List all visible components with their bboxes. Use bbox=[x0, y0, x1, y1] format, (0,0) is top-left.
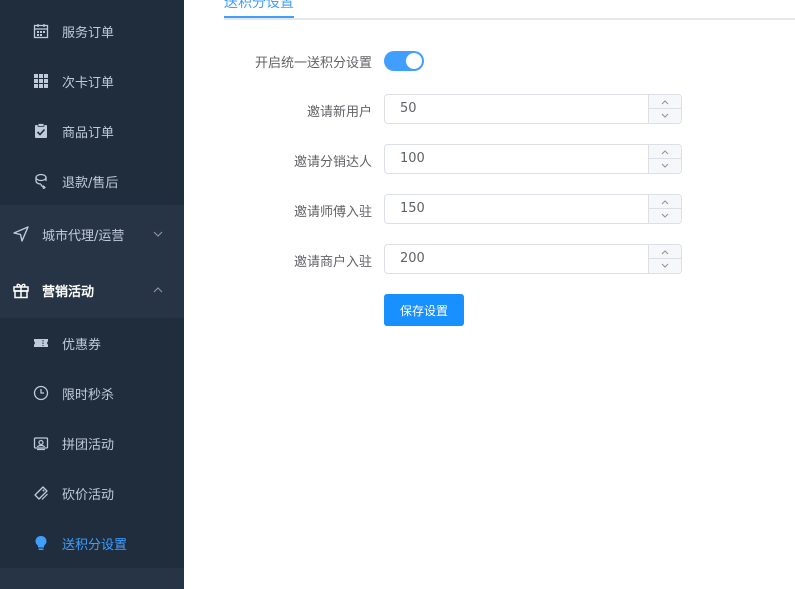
unified-points-switch[interactable] bbox=[384, 51, 424, 71]
sidebar-item-card-orders[interactable]: 次卡订单 bbox=[0, 56, 184, 106]
input-value[interactable]: 200 bbox=[400, 245, 425, 273]
sidebar-item-flash-sale[interactable]: 限时秒杀 bbox=[0, 368, 184, 418]
field-label-new-user: 邀请新用户 bbox=[306, 105, 372, 120]
master-points-input[interactable]: 150 bbox=[384, 194, 682, 224]
increase-button[interactable] bbox=[649, 95, 681, 109]
navigation-icon bbox=[12, 225, 30, 243]
ticket-icon bbox=[32, 334, 50, 352]
sidebar-item-label: 优惠券 bbox=[62, 337, 102, 353]
field-label-merchant: 邀请商户入驻 bbox=[293, 255, 372, 270]
switch-label: 开启统一送积分设置 bbox=[254, 56, 372, 71]
chevron-down-icon bbox=[661, 113, 669, 118]
sidebar-item-product-orders[interactable]: 商品订单 bbox=[0, 106, 184, 156]
sidebar-item-bargain[interactable]: 砍价活动 bbox=[0, 468, 184, 518]
chevron-up-icon bbox=[661, 199, 669, 204]
sidebar-item-label: 拼团活动 bbox=[62, 437, 115, 453]
sidebar-item-label: 退款/售后 bbox=[62, 175, 119, 191]
sidebar-item-label: 砍价活动 bbox=[62, 487, 115, 503]
sidebar-item-label: 服务订单 bbox=[62, 25, 115, 41]
sidebar-item-label: 城市代理/运营 bbox=[42, 228, 125, 244]
stepper bbox=[648, 245, 681, 273]
field-label-master: 邀请师傅入驻 bbox=[293, 205, 372, 220]
stepper bbox=[648, 195, 681, 223]
save-settings-button[interactable]: 保存设置 bbox=[384, 294, 464, 326]
tab-points-settings[interactable]: 送积分设置 bbox=[224, 0, 294, 12]
group-buy-icon bbox=[32, 434, 50, 452]
grid-icon bbox=[32, 72, 50, 90]
input-value[interactable]: 150 bbox=[400, 195, 425, 223]
chevron-down-icon bbox=[153, 231, 163, 237]
sidebar-item-label: 送积分设置 bbox=[62, 537, 128, 553]
chevron-up-icon bbox=[661, 99, 669, 104]
sidebar-item-refund[interactable]: 退款/售后 bbox=[0, 156, 184, 206]
decrease-button[interactable] bbox=[649, 259, 681, 273]
gift-icon bbox=[12, 281, 30, 299]
refund-icon bbox=[32, 172, 50, 190]
tabs-divider bbox=[224, 18, 795, 20]
new-user-points-input[interactable]: 50 bbox=[384, 94, 682, 124]
chevron-up-icon bbox=[153, 287, 163, 293]
sidebar-item-group-buy[interactable]: 拼团活动 bbox=[0, 418, 184, 468]
input-value[interactable]: 50 bbox=[400, 95, 417, 123]
chevron-down-icon bbox=[661, 263, 669, 268]
decrease-button[interactable] bbox=[649, 109, 681, 123]
merchant-points-input[interactable]: 200 bbox=[384, 244, 682, 274]
increase-button[interactable] bbox=[649, 145, 681, 159]
sidebar-item-label: 限时秒杀 bbox=[62, 387, 115, 403]
input-value[interactable]: 100 bbox=[400, 145, 425, 173]
clock-icon bbox=[32, 384, 50, 402]
stepper bbox=[648, 95, 681, 123]
sidebar: 服务订单 次卡订单 商品订单 退款/售后 城市代理/运营 营销活动 优惠券 限时… bbox=[0, 0, 184, 589]
field-label-distributor: 邀请分销达人 bbox=[293, 155, 372, 170]
increase-button[interactable] bbox=[649, 195, 681, 209]
distributor-points-input[interactable]: 100 bbox=[384, 144, 682, 174]
sidebar-item-label: 次卡订单 bbox=[62, 75, 115, 91]
stepper bbox=[648, 145, 681, 173]
chevron-down-icon bbox=[661, 163, 669, 168]
chevron-up-icon bbox=[661, 149, 669, 154]
sidebar-item-coupons[interactable]: 优惠券 bbox=[0, 318, 184, 368]
decrease-button[interactable] bbox=[649, 209, 681, 223]
sidebar-item-service-orders[interactable]: 服务订单 bbox=[0, 6, 184, 56]
clipboard-check-icon bbox=[32, 122, 50, 140]
bulb-icon bbox=[32, 534, 50, 552]
sidebar-item-label: 商品订单 bbox=[62, 125, 115, 141]
sidebar-item-points-settings[interactable]: 送积分设置 bbox=[0, 518, 184, 568]
sidebar-item-label: 营销活动 bbox=[42, 284, 95, 300]
sidebar-item-city-agent[interactable]: 城市代理/运营 bbox=[0, 206, 184, 262]
sidebar-item-marketing[interactable]: 营销活动 bbox=[0, 262, 184, 318]
bargain-icon bbox=[32, 484, 50, 502]
increase-button[interactable] bbox=[649, 245, 681, 259]
calendar-icon bbox=[32, 22, 50, 40]
active-tab-indicator bbox=[224, 16, 294, 18]
decrease-button[interactable] bbox=[649, 159, 681, 173]
switch-knob bbox=[406, 53, 422, 69]
chevron-up-icon bbox=[661, 249, 669, 254]
chevron-down-icon bbox=[661, 213, 669, 218]
